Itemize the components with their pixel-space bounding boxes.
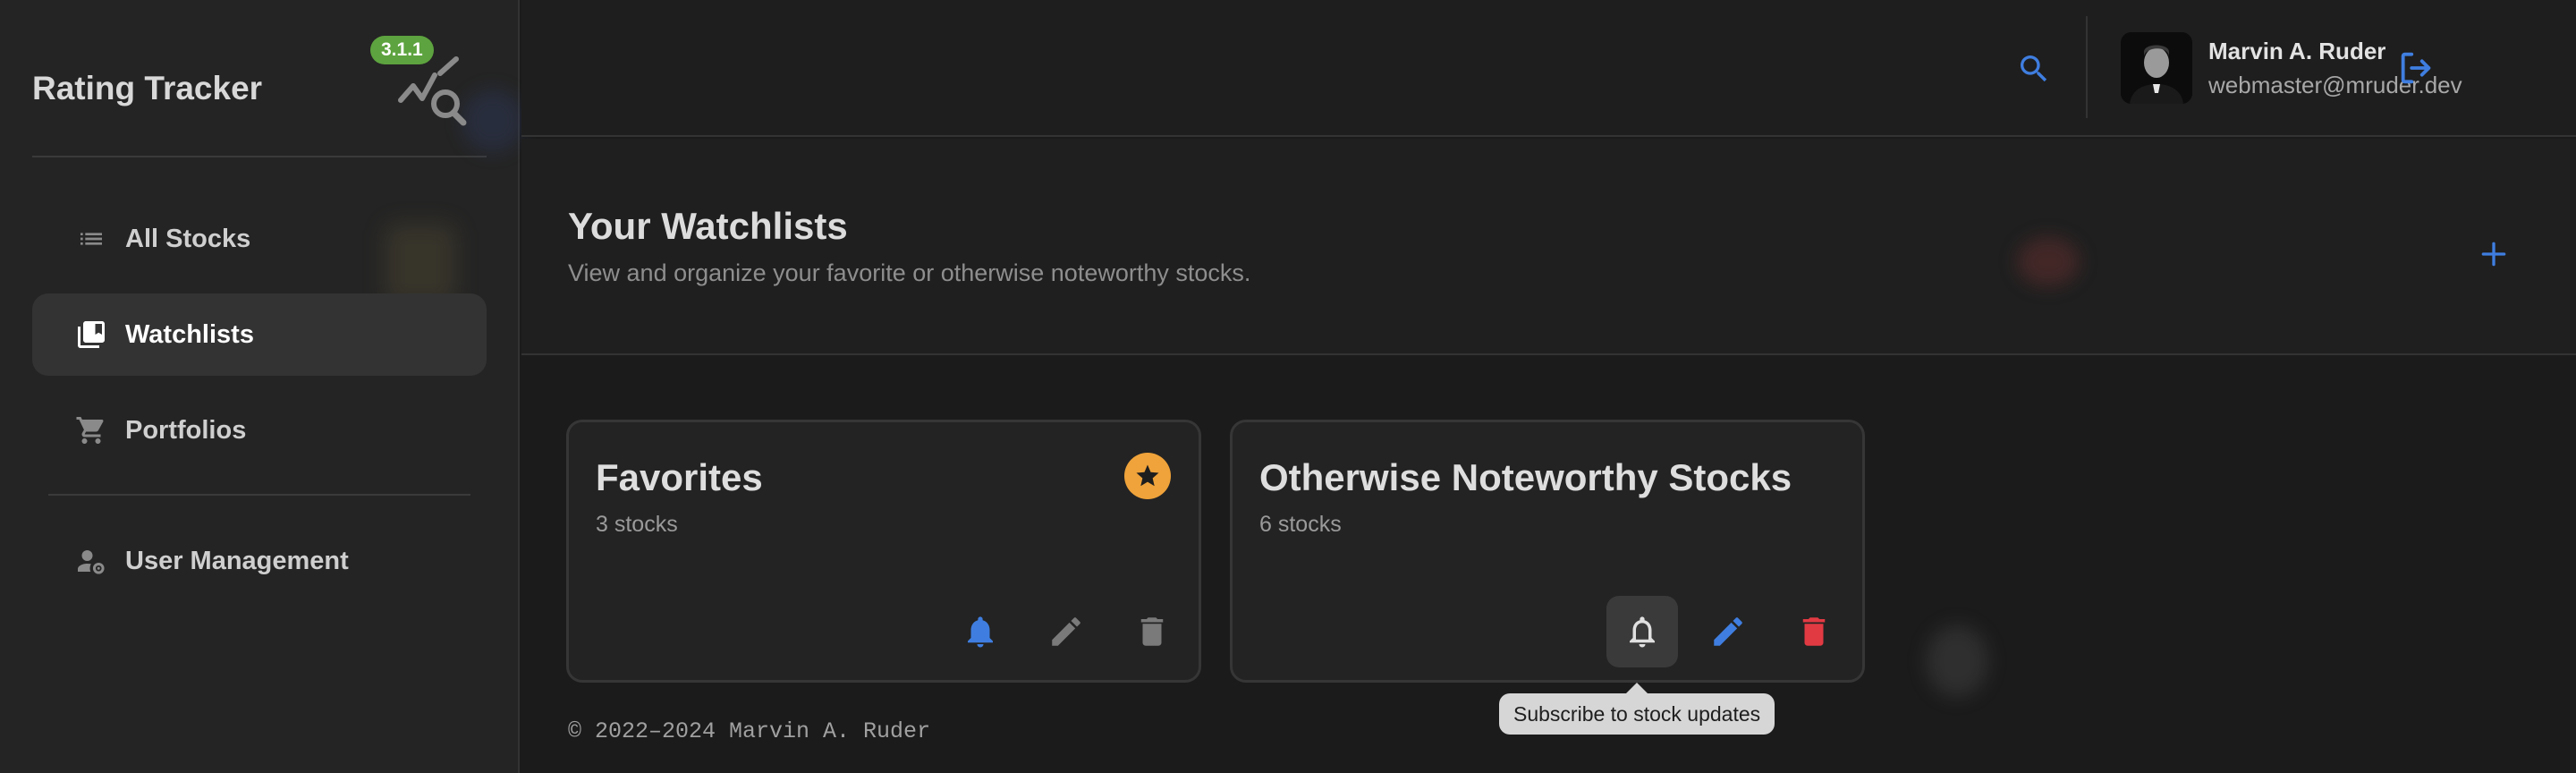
background-blur: [1926, 625, 1988, 697]
sidebar-divider: [48, 494, 470, 496]
pencil-icon: [1052, 617, 1080, 646]
sidebar: Rating Tracker 3.1.1 All Stocks Watchlis…: [0, 0, 524, 773]
page-subtitle: View and organize your favorite or other…: [568, 259, 1251, 286]
stock-count: 3 stocks: [596, 512, 678, 537]
app-title[interactable]: Rating Tracker: [32, 70, 262, 107]
user-name: Marvin A. Ruder: [2208, 38, 2386, 64]
subscribe-button[interactable]: [1606, 596, 1678, 667]
user-management-icon: [73, 543, 109, 579]
favorite-star-icon: [1124, 453, 1171, 499]
search-icon: [2021, 55, 2047, 82]
plus-icon: [2481, 242, 2506, 267]
top-bar: Marvin A. Ruder webmaster@mruder.dev: [521, 0, 2576, 137]
logo-icon: [398, 56, 467, 126]
watchlist-card-favorites[interactable]: Favorites 3 stocks: [566, 420, 1201, 683]
logout-button[interactable]: [2394, 45, 2440, 91]
bell-icon: [968, 616, 993, 648]
sidebar-item-label: Watchlists: [125, 319, 254, 349]
delete-button[interactable]: [1778, 596, 1850, 667]
avatar: [2121, 32, 2192, 104]
sidebar-item-label: Portfolios: [125, 415, 247, 445]
page-header: Your Watchlists View and organize your f…: [521, 139, 2576, 355]
watchlist-name: Otherwise Noteworthy Stocks: [1259, 456, 1792, 498]
sidebar-item-portfolios[interactable]: Portfolios: [32, 389, 487, 471]
stock-count: 6 stocks: [1259, 512, 1342, 537]
background-blur: [2017, 237, 2080, 286]
sidebar-item-all-stocks[interactable]: All Stocks: [32, 198, 487, 280]
sidebar-item-label: All Stocks: [125, 224, 251, 253]
watchlist-grid: Favorites 3 stocks Otherwise Noteworthy …: [521, 357, 2576, 773]
watchlist-name: Favorites: [596, 456, 763, 498]
watchlists-icon: [73, 317, 109, 353]
search-button[interactable]: [2012, 47, 2056, 91]
subscribe-button[interactable]: [945, 596, 1016, 667]
list-icon: [73, 221, 109, 257]
trash-icon: [1802, 617, 1826, 646]
header-divider: [2086, 16, 2088, 118]
watchlist-card-noteworthy[interactable]: Otherwise Noteworthy Stocks 6 stocks: [1230, 420, 1865, 683]
bell-outline-icon: [1630, 616, 1655, 648]
logout-icon: [2401, 52, 2431, 84]
tooltip: Subscribe to stock updates: [1499, 683, 1775, 735]
trash-icon: [1140, 617, 1164, 646]
sidebar-item-watchlists[interactable]: Watchlists: [32, 293, 487, 376]
edit-button[interactable]: [1030, 596, 1102, 667]
add-watchlist-button[interactable]: [2471, 232, 2516, 276]
sidebar-item-label: User Management: [125, 546, 349, 575]
page-title: Your Watchlists: [568, 205, 848, 247]
delete-button[interactable]: [1116, 596, 1188, 667]
copyright-footer: © 2022–2024 Marvin A. Ruder: [568, 718, 931, 744]
cart-icon: [73, 412, 109, 448]
pencil-icon: [1714, 617, 1742, 646]
brand-header: Rating Tracker 3.1.1: [32, 0, 524, 157]
background-blur: [462, 89, 524, 152]
sidebar-item-user-management[interactable]: User Management: [32, 520, 487, 602]
edit-button[interactable]: [1692, 596, 1764, 667]
user-photo-icon: [2121, 32, 2192, 104]
version-badge: 3.1.1: [370, 36, 434, 64]
